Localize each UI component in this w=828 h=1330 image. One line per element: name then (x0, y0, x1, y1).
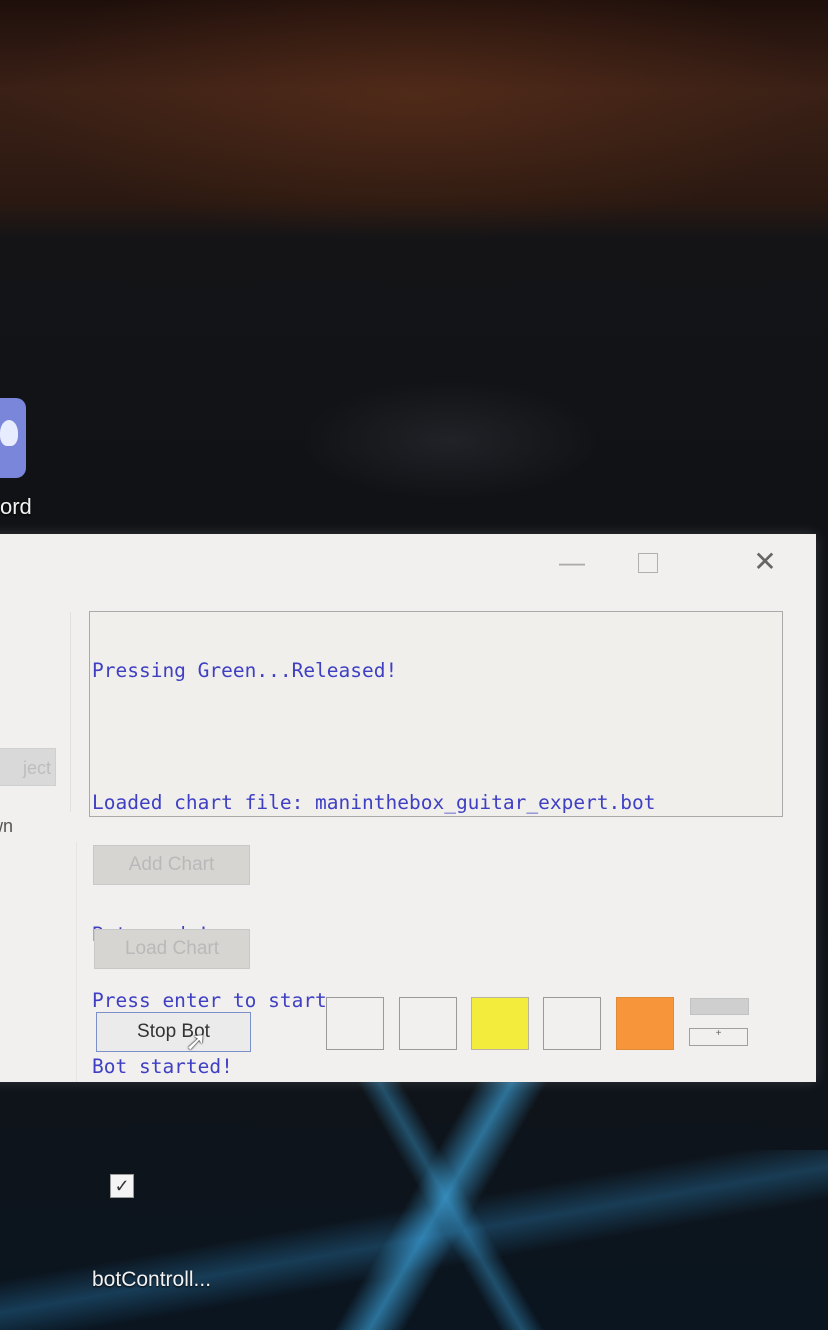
screen-glare (300, 380, 600, 500)
left-panel-lower (0, 842, 77, 1082)
discord-app-icon[interactable] (0, 398, 26, 478)
connect-button[interactable]: ject (0, 748, 56, 786)
lane-indicator-3 (471, 997, 529, 1050)
lane-indicator-4 (543, 997, 601, 1050)
maximize-icon[interactable] (628, 542, 668, 582)
log-line: Pressing Green...Released! (92, 659, 398, 682)
botcontroller-icon-label[interactable]: botControll... (92, 1268, 211, 1292)
add-chart-button[interactable]: Add Chart (93, 845, 250, 885)
left-panel-label: own (0, 816, 14, 836)
minimize-icon[interactable]: — (552, 542, 592, 582)
log-line: Loaded chart file: maninthebox_guitar_ex… (92, 791, 656, 814)
monitor-bezel (0, 0, 828, 240)
discord-icon-label[interactable]: ord (0, 494, 32, 520)
mouse-cursor-icon: ➚ (185, 1026, 207, 1056)
close-icon[interactable]: ✕ (745, 542, 785, 582)
log-line: Bot started! (92, 1055, 233, 1078)
output-log[interactable]: Pressing Green...Released! Loaded chart … (89, 611, 783, 1078)
strum-indicator-top (690, 998, 749, 1015)
stop-bot-button[interactable]: Stop Bot (96, 1012, 251, 1052)
left-panel: ject own (0, 612, 71, 836)
lane-indicator-1 (326, 997, 384, 1050)
bot-controller-window: — ✕ ject own Pressing Green...Released! … (0, 534, 816, 1082)
load-chart-button[interactable]: Load Chart (94, 929, 250, 969)
lane-indicator-5 (616, 997, 674, 1050)
strum-indicator-bottom: + (689, 1028, 748, 1046)
lane-indicator-2 (399, 997, 457, 1050)
title-bar[interactable]: — ✕ (0, 534, 816, 584)
shortcut-checkbox-icon[interactable]: ✓ (110, 1174, 134, 1198)
